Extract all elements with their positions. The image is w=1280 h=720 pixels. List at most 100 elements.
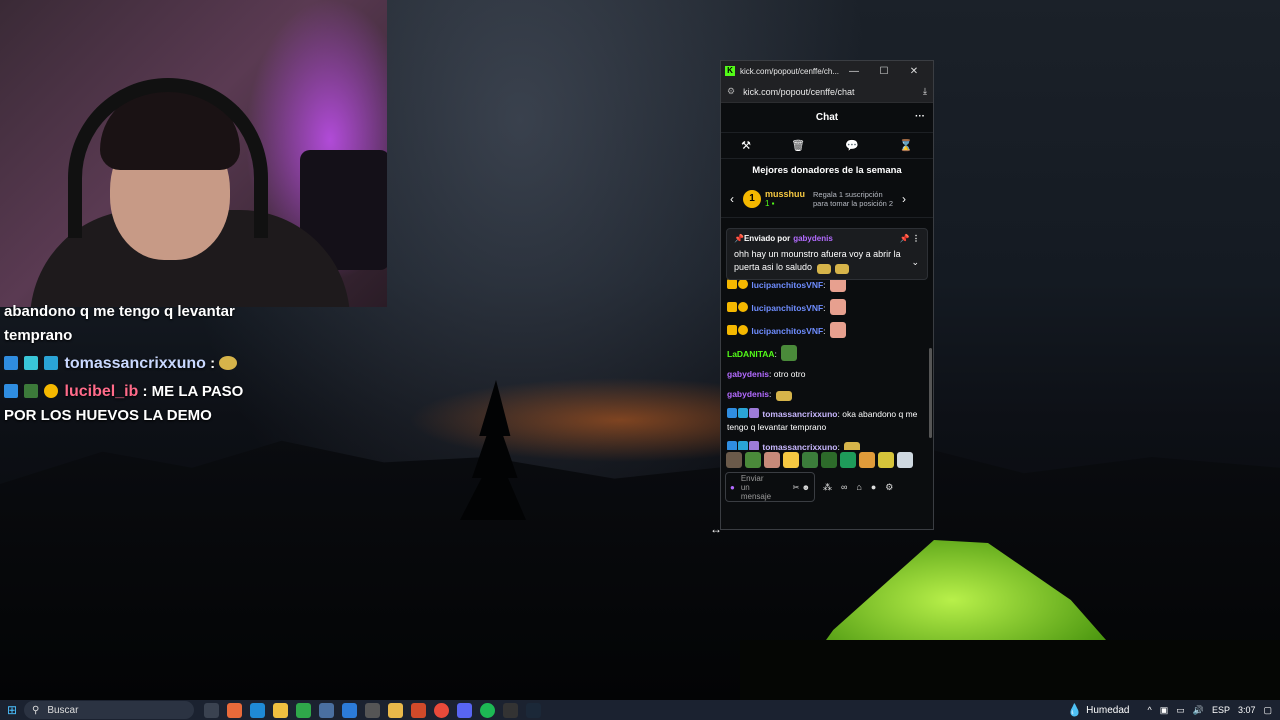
app-icon[interactable] bbox=[342, 702, 357, 718]
chat-username[interactable]: gabydenis bbox=[727, 389, 769, 399]
chat-username[interactable]: LaDANITAA bbox=[727, 349, 775, 359]
emote-icon[interactable] bbox=[878, 452, 894, 468]
microphone-icon[interactable]: ● bbox=[730, 483, 735, 492]
app-icon[interactable] bbox=[411, 702, 426, 718]
emote-icon[interactable] bbox=[745, 452, 761, 468]
donor-info: musshuu 1 ▪ bbox=[765, 189, 805, 208]
emote-icon[interactable] bbox=[897, 452, 913, 468]
clock[interactable]: 3:07 bbox=[1238, 705, 1256, 715]
badge-icon bbox=[4, 356, 18, 370]
network-icon[interactable]: ▭ bbox=[1176, 705, 1185, 716]
close-button[interactable]: ✕ bbox=[899, 66, 929, 77]
window-title: kick.com/popout/cenffe/ch... bbox=[740, 66, 839, 76]
chevron-up-icon[interactable]: ^ bbox=[1147, 705, 1151, 715]
crown-badge-icon bbox=[727, 302, 737, 312]
language-indicator[interactable]: ESP bbox=[1212, 705, 1230, 715]
emote-icon bbox=[829, 322, 846, 338]
chat-username[interactable]: lucipanchitosVNF bbox=[751, 303, 823, 313]
chat-username[interactable]: lucipanchitosVNF bbox=[751, 280, 823, 290]
badge-icon bbox=[727, 408, 737, 418]
settings-gear-icon[interactable]: ⚙ bbox=[885, 482, 893, 493]
infinity-icon[interactable]: ∞ bbox=[841, 482, 847, 493]
hammer-icon[interactable]: ⚒ bbox=[741, 139, 751, 152]
copilot-icon[interactable] bbox=[227, 702, 242, 718]
next-arrow-icon[interactable]: › bbox=[897, 192, 911, 206]
app-icon[interactable] bbox=[365, 702, 380, 718]
url-text[interactable]: kick.com/popout/cenffe/chat bbox=[743, 87, 923, 97]
steam-icon[interactable] bbox=[526, 702, 541, 718]
badge-icon bbox=[738, 325, 748, 335]
weather-widget[interactable]: 💧 Humedad bbox=[1067, 703, 1129, 717]
emote-icon[interactable] bbox=[783, 452, 799, 468]
hourglass-icon[interactable]: ⌛ bbox=[899, 139, 913, 152]
chat-username[interactable]: lucipanchitosVNF bbox=[751, 326, 823, 336]
emote-icon bbox=[829, 299, 846, 315]
gift-badge-icon bbox=[749, 408, 759, 418]
pinned-header: 📌 Enviado por gabydenis 📌 ⋮ bbox=[734, 234, 920, 243]
message-input[interactable]: ● Enviar un mensaje ✂ ☻ bbox=[725, 472, 815, 502]
chrome-icon[interactable] bbox=[434, 702, 449, 718]
emote-icon bbox=[844, 442, 861, 450]
site-info-icon[interactable]: ⚙ bbox=[727, 86, 735, 97]
moderation-toolbar: ⚒ 🗑 💬 ⌛ bbox=[721, 133, 933, 159]
share-icon[interactable]: ⁂ bbox=[823, 482, 832, 493]
humidity-drop-icon: 💧 bbox=[1067, 703, 1083, 717]
xbox-icon[interactable] bbox=[296, 702, 311, 718]
emote-icon[interactable] bbox=[859, 452, 875, 468]
prev-arrow-icon[interactable]: ‹ bbox=[725, 192, 739, 206]
folder-icon[interactable] bbox=[388, 702, 403, 718]
recent-emotes-bar bbox=[721, 450, 933, 470]
emote-icon[interactable] bbox=[821, 452, 837, 468]
stream-chat-overlay: abandono q me tengo q levantar temprano … bbox=[4, 300, 264, 432]
emote-icon[interactable] bbox=[726, 452, 742, 468]
unpin-icon[interactable]: 📌 ⋮ bbox=[900, 234, 920, 243]
chevron-down-icon[interactable]: ⌄ bbox=[911, 257, 919, 268]
badge-icon bbox=[738, 302, 748, 312]
chat-messages: 📌 Enviado por gabydenis 📌 ⋮ ohh hay un m… bbox=[721, 218, 933, 450]
discord-icon[interactable] bbox=[457, 702, 472, 718]
file-explorer-icon[interactable] bbox=[273, 702, 288, 718]
emote-icon[interactable] bbox=[840, 452, 856, 468]
task-view-icon[interactable] bbox=[204, 702, 219, 718]
chat-popout-window: K kick.com/popout/cenffe/ch... — ☐ ✕ ⚙ k… bbox=[720, 60, 934, 530]
chat-message: tomassancrixxuno: bbox=[727, 441, 927, 450]
obs-icon[interactable] bbox=[503, 702, 518, 718]
app-icon[interactable] bbox=[319, 702, 334, 718]
donor-name[interactable]: musshuu bbox=[765, 189, 805, 199]
trash-icon[interactable]: 🗑 bbox=[791, 139, 805, 152]
spotify-icon[interactable] bbox=[480, 702, 495, 718]
maximize-button[interactable]: ☐ bbox=[869, 66, 899, 77]
badge-icon bbox=[44, 384, 59, 398]
chat-icon[interactable]: ● bbox=[871, 482, 876, 493]
tray-icon[interactable]: ▣ bbox=[1160, 705, 1169, 716]
chat-username[interactable]: gabydenis bbox=[727, 369, 769, 379]
notifications-icon[interactable]: ▢ bbox=[1263, 705, 1272, 716]
download-icon[interactable]: ⤓ bbox=[923, 86, 927, 97]
emote-icon bbox=[775, 391, 792, 401]
windows-start-icon[interactable]: ⊞ bbox=[0, 703, 24, 717]
overlay-message: tomassancrixxuno : bbox=[4, 352, 264, 376]
emote-icon[interactable] bbox=[802, 452, 818, 468]
more-options-icon[interactable]: ··· bbox=[915, 111, 925, 122]
taskbar-search[interactable]: ⚲ Buscar bbox=[24, 701, 194, 719]
chat-bubble-icon[interactable]: 💬 bbox=[845, 139, 859, 152]
gift-sub-prompt[interactable]: Regala 1 suscripción para tomar la posic… bbox=[813, 190, 897, 208]
chat-scrollbar[interactable] bbox=[929, 348, 932, 438]
chat-username[interactable]: tomassancrixxuno bbox=[762, 409, 837, 419]
crown-badge-icon bbox=[727, 325, 737, 335]
emoji-picker-icon[interactable]: ✂ ☻ bbox=[793, 483, 810, 492]
top-donors-title: Mejores donadores de la semana bbox=[752, 165, 902, 176]
edge-icon[interactable] bbox=[250, 702, 265, 718]
chat-message: gabydenis: otro otro bbox=[727, 369, 806, 379]
pinned-message[interactable]: 📌 Enviado por gabydenis 📌 ⋮ ohh hay un m… bbox=[726, 228, 928, 280]
emote-icon[interactable] bbox=[764, 452, 780, 468]
minimize-button[interactable]: — bbox=[839, 66, 869, 77]
chat-username[interactable]: tomassancrixxuno bbox=[762, 442, 837, 450]
pinned-author[interactable]: gabydenis bbox=[793, 234, 833, 243]
volume-icon[interactable]: 🔊 bbox=[1193, 705, 1204, 716]
store-icon[interactable]: ⌂ bbox=[856, 482, 861, 493]
window-titlebar[interactable]: K kick.com/popout/cenffe/ch... — ☐ ✕ bbox=[721, 61, 933, 81]
emote-icon bbox=[816, 264, 831, 274]
resize-cursor-icon: ↔ bbox=[710, 522, 722, 536]
badge-icon bbox=[738, 279, 748, 289]
